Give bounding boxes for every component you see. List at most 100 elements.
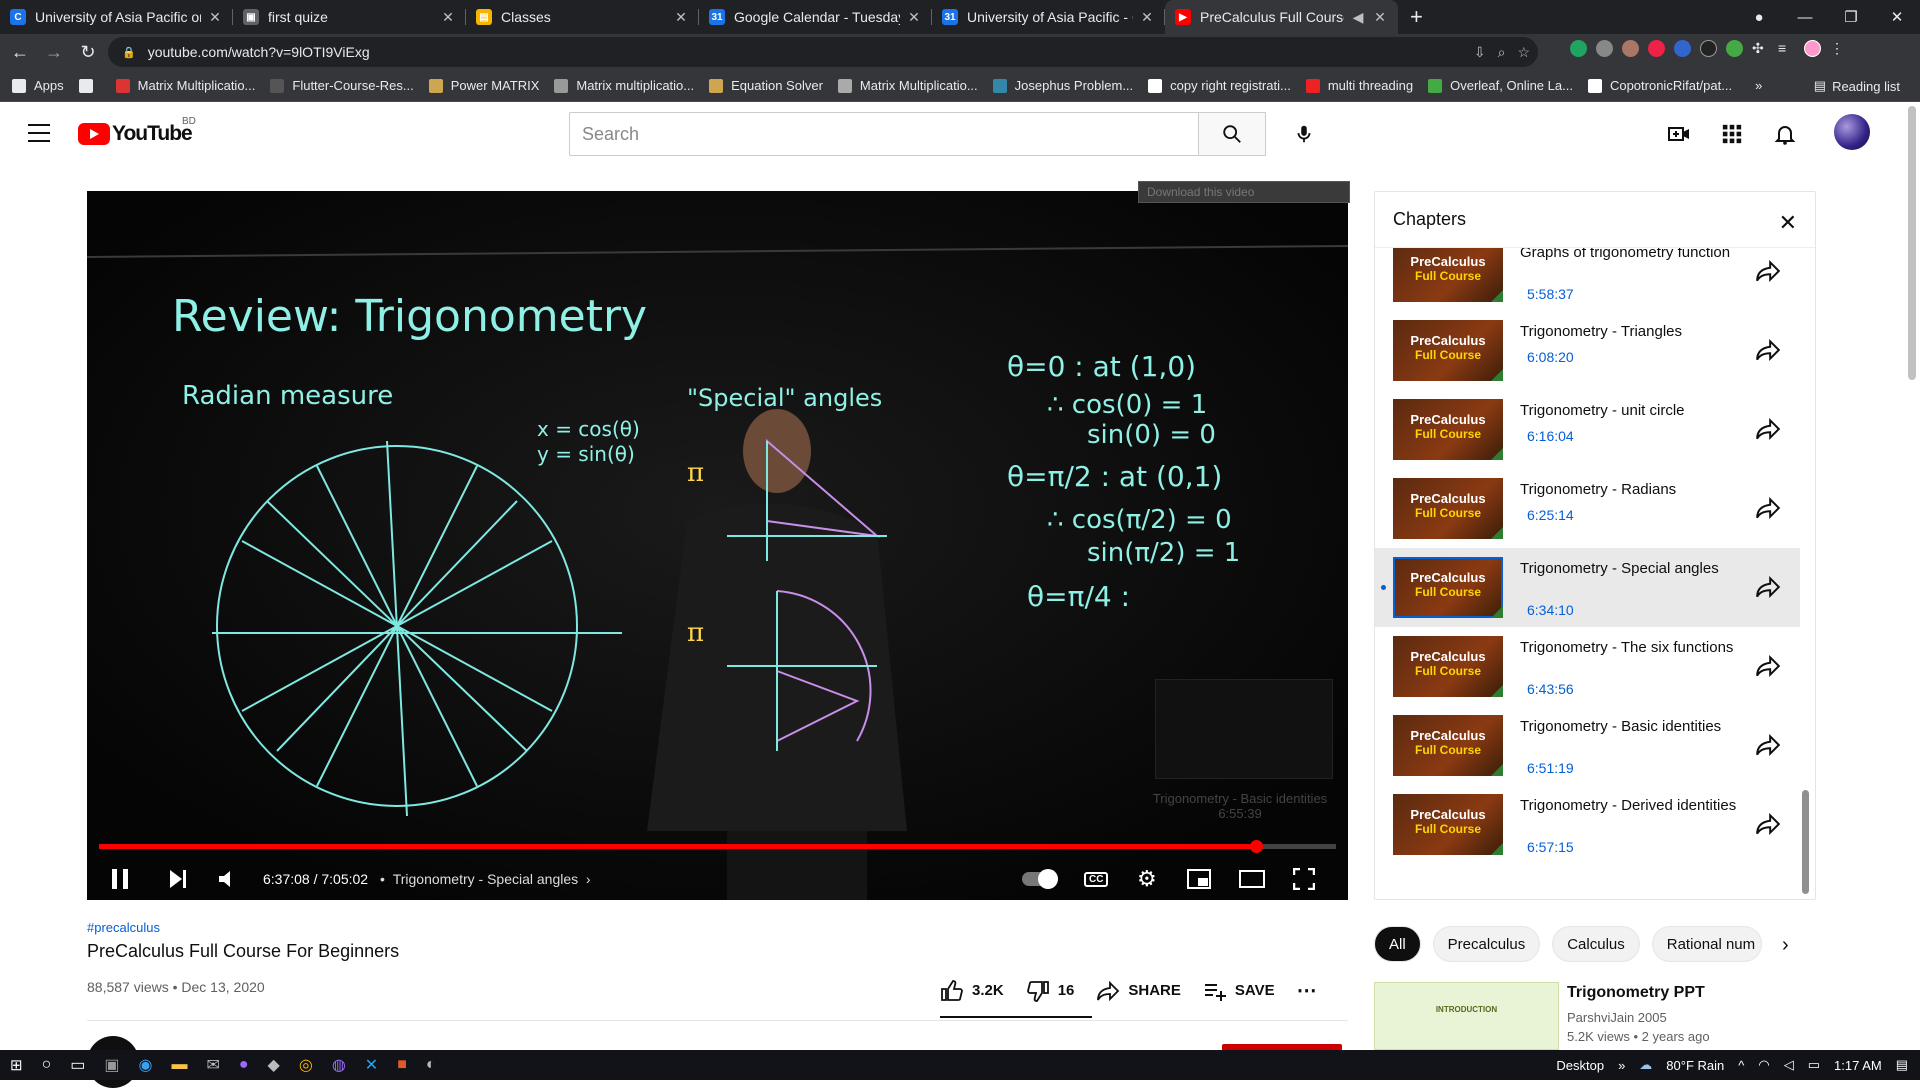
chapter-thumbnail[interactable]: PreCalculus Full Course [1393,399,1503,460]
close-tab-icon[interactable]: ✕ [440,9,456,26]
github-icon[interactable]: ◍ [332,1055,346,1075]
recommended-thumbnail[interactable]: INTRODUCTION [1374,982,1559,1050]
browser-menu-icon[interactable]: ⋮ [1830,40,1847,57]
pause-button[interactable] [109,859,131,899]
chapter-thumbnail[interactable]: PreCalculus Full Course [1393,320,1503,381]
account-avatar[interactable] [1834,114,1870,150]
notifications-icon[interactable]: ▤ [1896,1057,1908,1073]
chevron-right-icon[interactable]: » [1755,78,1762,93]
menu-icon[interactable] [28,124,50,142]
browser-tab[interactable]: 31 University of Asia Pacific - Calenda ✕ [932,0,1165,34]
chapter-thumbnail[interactable]: PreCalculus Full Course [1393,478,1503,539]
close-tab-icon[interactable]: ✕ [673,9,689,26]
chapter-timestamp[interactable]: 5:58:37 [1527,286,1574,302]
download-video-banner[interactable]: Download this video [1138,181,1350,203]
share-button[interactable]: SHARE [1096,979,1181,1003]
chapter-thumbnail[interactable]: PreCalculus Full Course [1393,557,1503,618]
fullscreen-button[interactable] [1293,859,1315,899]
close-window-button[interactable]: ✕ [1874,8,1920,26]
apps-grid-icon[interactable] [1721,123,1743,145]
chapter-item[interactable]: PreCalculus Full Course Trigonometry - Rad… [1375,469,1800,548]
reading-mode-icon[interactable]: ≡ [1778,40,1795,57]
app-icon[interactable]: ▣ [104,1055,119,1075]
mail-icon[interactable]: ✉ [206,1055,219,1075]
chapter-thumbnail[interactable]: PreCalculus Full Course [1393,715,1503,776]
edge-icon[interactable]: ◉ [139,1055,153,1075]
share-icon[interactable] [1755,337,1781,363]
minimize-button[interactable]: — [1782,9,1828,26]
chapters-scrollbar[interactable] [1802,790,1809,894]
autoplay-toggle[interactable] [1022,859,1058,899]
voice-search-button[interactable] [1284,112,1324,156]
share-icon[interactable] [1755,416,1781,442]
extension-icon[interactable] [1726,40,1743,57]
app-icon[interactable]: ◆ [268,1055,280,1075]
chapter-item[interactable]: PreCalculus Full Course Trigonometry - Spe… [1375,548,1800,627]
clock[interactable]: 1:17 AM [1834,1058,1882,1073]
messenger-icon[interactable]: ● [239,1056,249,1074]
task-view-icon[interactable]: ▭ [70,1055,85,1075]
tray-up-icon[interactable]: ^ [1738,1058,1744,1073]
profile-avatar[interactable] [1804,40,1821,57]
windows-start-icon[interactable]: ⊞ [10,1056,23,1074]
restore-button[interactable]: ❐ [1828,8,1874,26]
desktop-toolbar-label[interactable]: Desktop [1556,1058,1604,1073]
save-button[interactable]: SAVE [1203,979,1275,1003]
chapter-timestamp[interactable]: 6:57:15 [1527,839,1574,855]
chapter-item[interactable]: PreCalculus Full Course Trigonometry - Der… [1375,785,1800,864]
app-icon[interactable]: ◐ [426,1056,436,1074]
recommended-title[interactable]: Trigonometry PPT [1567,984,1797,1002]
browser-tab[interactable]: ▶ PreCalculus Full Course For B ◀ ✕ [1165,0,1398,34]
bookmark-item[interactable]: Matrix multiplicatio... [554,78,694,93]
reload-button[interactable]: ↻ [74,42,102,63]
hashtag-link[interactable]: #precalculus [87,920,399,935]
bookmark-item[interactable]: Josephus Problem... [992,78,1133,93]
browser-tab[interactable]: ▤ Classes ✕ [466,0,699,34]
close-tab-icon[interactable]: ✕ [1139,9,1155,26]
search-icon[interactable]: ○ [42,1056,52,1074]
chapter-timestamp[interactable]: 6:08:20 [1527,349,1574,365]
extension-icon[interactable] [1674,40,1691,57]
install-icon[interactable]: ⇩ [1474,44,1486,61]
extension-icon[interactable] [1700,40,1717,57]
chapter-item[interactable]: PreCalculus Full Course Trigonometry - Tri… [1375,311,1800,390]
notifications-bell-icon[interactable] [1773,122,1797,146]
share-icon[interactable] [1755,811,1781,837]
address-bar[interactable]: 🔒 youtube.com/watch?v=9lOTI9ViExg ⇩ ⌕ ☆ [108,37,1538,67]
puzzle-icon[interactable]: ✣ [1752,40,1769,57]
bookmark-item[interactable]: Equation Solver [709,78,823,93]
speaker-icon[interactable]: ◁ [1784,1057,1794,1073]
bookmark-item[interactable]: CopotronicRifat/pat... [1587,78,1732,93]
weather-text[interactable]: 80°F Rain [1666,1058,1724,1073]
miniplayer-button[interactable] [1187,859,1211,899]
bookmark-star-icon[interactable]: ☆ [1517,44,1530,61]
file-explorer-icon[interactable]: ▬ [171,1056,187,1074]
chrome-icon[interactable]: ◎ [299,1055,313,1075]
volume-button[interactable] [217,859,239,899]
youtube-logo[interactable]: YouTube BD [78,116,196,146]
close-tab-icon[interactable]: ✕ [1372,9,1388,26]
close-tab-icon[interactable]: ✕ [906,9,922,26]
share-icon[interactable] [1755,732,1781,758]
chevron-right-icon[interactable]: › [1782,934,1789,957]
extension-icon[interactable] [1622,40,1639,57]
filter-chip[interactable]: Precalculus [1432,926,1541,962]
browser-tab[interactable]: 31 Google Calendar - Tuesday, Augu ✕ [699,0,932,34]
filter-chip[interactable]: Rational num [1651,926,1762,962]
search-input[interactable]: Search [569,112,1199,156]
extension-icon[interactable] [1648,40,1665,57]
bookmark-item[interactable]: multi threading [1305,78,1413,93]
page-scrollbar[interactable] [1908,106,1916,380]
settings-button[interactable]: ⚙ [1137,859,1157,899]
extension-icon[interactable] [1570,40,1587,57]
forward-button[interactable]: → [40,42,68,63]
browser-tab[interactable]: ▣ first quize ✕ [233,0,466,34]
close-tab-icon[interactable]: ✕ [207,9,223,26]
recommended-channel[interactable]: ParshviJain 2005 [1567,1010,1667,1025]
filter-chip[interactable]: All [1374,926,1421,962]
extension-icon[interactable] [1596,40,1613,57]
dislike-button[interactable]: 16 [1026,979,1074,1003]
bookmark-item[interactable]: Flutter-Course-Res... [270,78,414,93]
filter-chip[interactable]: Calculus [1552,926,1640,962]
chapter-item[interactable]: PreCalculus Full Course Trigonometry - The… [1375,627,1800,706]
